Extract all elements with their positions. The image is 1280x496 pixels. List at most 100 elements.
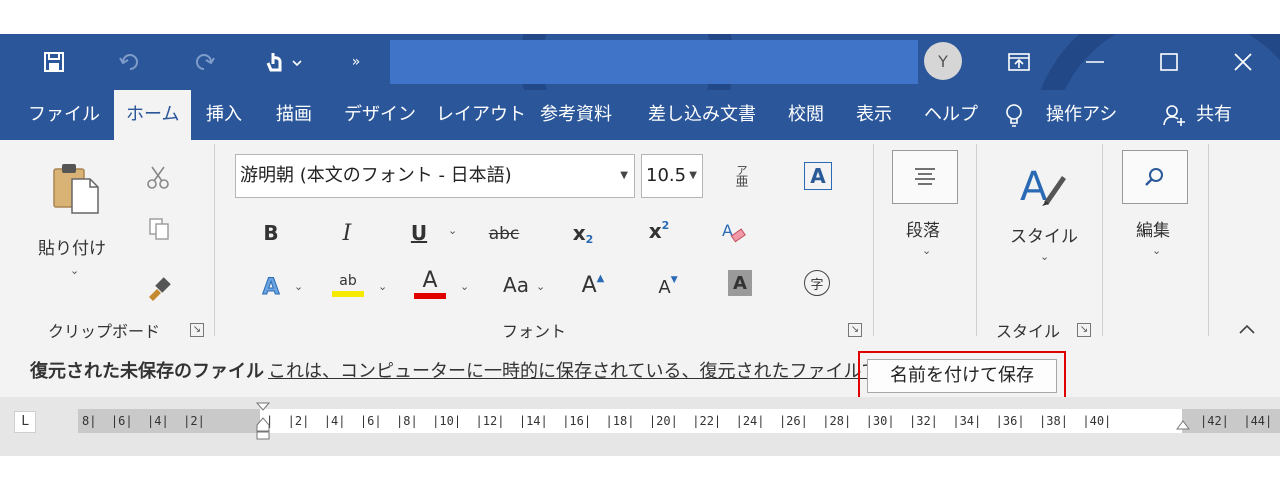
font-group-label: フォント: [502, 322, 567, 341]
tab-mailings[interactable]: 差し込み文書: [648, 90, 756, 140]
collapse-ribbon-icon[interactable]: [1234, 320, 1260, 338]
highlight-dropdown-icon[interactable]: ⌄: [378, 280, 387, 293]
paragraph-label[interactable]: 段落: [906, 216, 940, 241]
tab-selector[interactable]: L: [14, 411, 36, 433]
group-separator: [873, 144, 874, 336]
more-commands-icon[interactable]: »: [338, 42, 374, 82]
font-launcher-icon[interactable]: ↘: [848, 323, 862, 337]
tab-insert[interactable]: 挿入: [206, 90, 242, 140]
superscript-icon[interactable]: x2: [642, 216, 676, 246]
styles-dropdown-icon[interactable]: ⌄: [1040, 250, 1049, 263]
font-color-letter: A: [422, 268, 438, 293]
paste-dropdown-icon[interactable]: ⌄: [70, 264, 79, 277]
shrink-font-icon[interactable]: A ▼: [652, 272, 684, 302]
font-size-combobox[interactable]: 10.5 ▼: [641, 154, 703, 198]
maximize-icon[interactable]: [1144, 40, 1194, 84]
recovered-file-infobar: 復元された未保存のファイル これは、コンピューターに一時的に保存されている、復元…: [0, 343, 1280, 401]
font-size-dropdown-icon[interactable]: ▼: [689, 155, 697, 197]
tab-tell-me[interactable]: 操作アシ: [1046, 90, 1126, 140]
superscript-letter: x: [648, 219, 662, 243]
paste-clipboard-icon[interactable]: [48, 160, 104, 216]
subscript-icon[interactable]: x2: [566, 218, 600, 248]
search-icon[interactable]: [1122, 150, 1188, 204]
font-name-value: 游明朝 (本文のフォント - 日本語): [240, 165, 512, 186]
close-icon[interactable]: [1218, 40, 1268, 84]
group-separator: [214, 144, 215, 336]
font-size-value: 10.5: [646, 165, 687, 186]
underline-icon[interactable]: U: [404, 218, 434, 248]
text-effect-dropdown-icon[interactable]: ⌄: [294, 280, 303, 293]
character-shading-icon[interactable]: A: [728, 270, 752, 296]
highlight-frame: 名前を付けて保存: [858, 351, 1066, 401]
clipboard-launcher-icon[interactable]: ↘: [190, 323, 204, 337]
tab-file[interactable]: ファイル: [28, 90, 100, 140]
tab-layout[interactable]: レイアウト: [436, 90, 526, 140]
italic-icon[interactable]: I: [332, 218, 362, 248]
tab-help[interactable]: ヘルプ: [924, 90, 978, 140]
indent-marker-icon[interactable]: [256, 401, 270, 441]
undo-icon[interactable]: [112, 42, 148, 82]
change-case-icon[interactable]: Aa: [498, 270, 534, 300]
editing-label[interactable]: 編集: [1136, 216, 1170, 241]
highlight-color-icon[interactable]: ab: [330, 268, 366, 302]
paragraph-dropdown-icon[interactable]: ⌄: [922, 244, 931, 257]
minimize-icon[interactable]: [1070, 40, 1120, 84]
styles-label[interactable]: スタイル: [1010, 222, 1078, 247]
styles-icon[interactable]: A: [1016, 158, 1070, 212]
save-as-button[interactable]: 名前を付けて保存: [867, 359, 1057, 393]
highlight-letters: ab: [339, 273, 357, 289]
avatar[interactable]: Y: [924, 42, 962, 80]
group-separator: [1102, 144, 1103, 336]
font-name-dropdown-icon[interactable]: ▼: [620, 155, 628, 197]
character-border-icon[interactable]: A: [804, 162, 832, 190]
font-name-combobox[interactable]: 游明朝 (本文のフォント - 日本語) ▼: [235, 154, 635, 198]
change-case-dropdown-icon[interactable]: ⌄: [536, 280, 545, 293]
phonetic-guide-icon[interactable]: ア亜: [728, 160, 756, 194]
shrink-font-letter: A: [658, 276, 671, 298]
paragraph-icon[interactable]: [892, 150, 958, 204]
tab-home[interactable]: ホーム: [114, 90, 192, 140]
infobar-message-link[interactable]: これは、コンピューターに一時的に保存されている、復元されたファイルです。: [268, 357, 914, 383]
share-person-icon[interactable]: [1160, 102, 1188, 128]
paste-label[interactable]: 貼り付け: [38, 234, 106, 259]
group-separator: [976, 144, 977, 336]
text-effect-icon[interactable]: A: [256, 272, 286, 302]
save-icon[interactable]: [36, 42, 72, 82]
cut-scissors-icon[interactable]: [144, 164, 172, 190]
enclose-characters-icon[interactable]: 字: [804, 270, 830, 296]
tab-view[interactable]: 表示: [856, 90, 892, 140]
font-color-dropdown-icon[interactable]: ⌄: [460, 280, 469, 293]
format-painter-icon[interactable]: [144, 272, 174, 302]
ribbon-display-options-icon[interactable]: [994, 40, 1044, 84]
grow-font-letter: A: [581, 272, 597, 298]
svg-text:A: A: [722, 221, 733, 240]
highlight-swatch: [332, 291, 364, 297]
phonetic-guide-label: 亜: [735, 175, 749, 190]
copy-icon[interactable]: [146, 216, 172, 242]
tab-references[interactable]: 参考資料: [540, 90, 612, 140]
ruler-left-ticks: 8| |6| |4| |2|: [82, 414, 205, 428]
styles-group-label: スタイル: [996, 322, 1061, 341]
bold-icon[interactable]: B: [256, 218, 286, 248]
clipboard-group-label: クリップボード: [48, 322, 161, 341]
clear-formatting-icon[interactable]: A: [718, 218, 748, 248]
strikethrough-icon[interactable]: abc: [486, 220, 522, 248]
font-color-icon[interactable]: A: [412, 266, 448, 302]
tab-draw[interactable]: 描画: [276, 90, 312, 140]
title-bar: » Y: [0, 34, 1280, 90]
grow-font-icon[interactable]: A ▲: [576, 268, 610, 302]
word-window: » Y ファイル ホーム 挿入 描画 デザイン レイアウト 参考資料 差し込み文…: [0, 34, 1280, 456]
redo-icon[interactable]: [186, 42, 222, 82]
editing-dropdown-icon[interactable]: ⌄: [1152, 244, 1161, 257]
tab-review[interactable]: 校閲: [788, 90, 824, 140]
underline-dropdown-icon[interactable]: ⌄: [448, 224, 457, 237]
lightbulb-icon[interactable]: [1000, 102, 1028, 128]
ribbon-tabs: ファイル ホーム 挿入 描画 デザイン レイアウト 参考資料 差し込み文書 校閲…: [0, 90, 1280, 140]
tab-design[interactable]: デザイン: [344, 90, 416, 140]
tab-share[interactable]: 共有: [1196, 90, 1232, 140]
subscript-mark: 2: [585, 232, 594, 246]
svg-text:A: A: [1020, 164, 1048, 210]
touch-mode-icon[interactable]: [256, 42, 314, 82]
styles-launcher-icon[interactable]: ↘: [1077, 323, 1091, 337]
right-indent-marker-icon[interactable]: [1176, 417, 1190, 433]
